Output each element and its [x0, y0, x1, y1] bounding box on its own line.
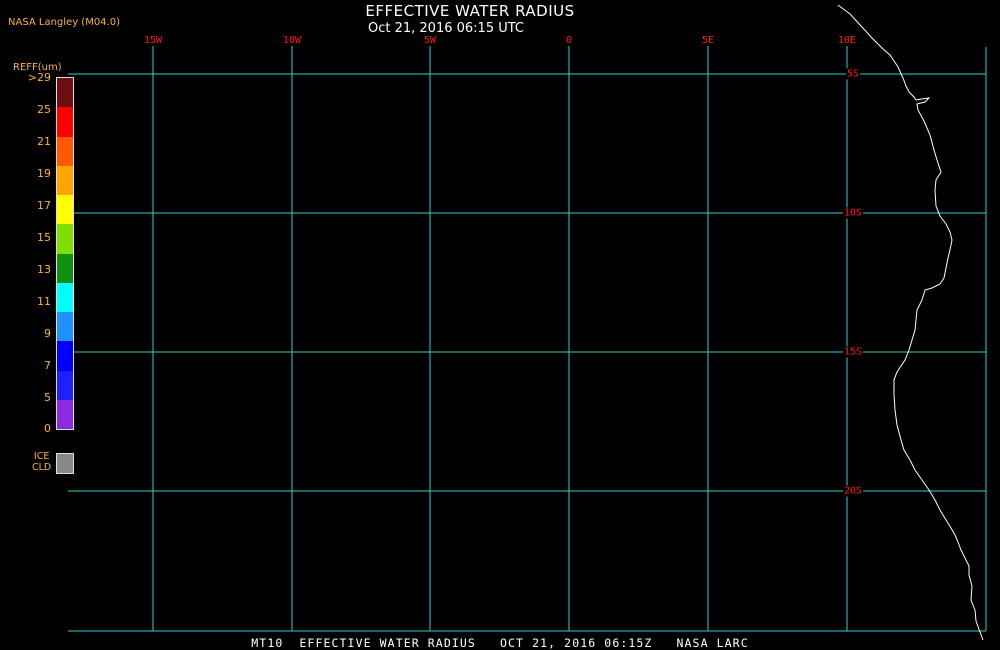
legend-tick: 21 [37, 135, 51, 148]
color-swatch [57, 107, 73, 137]
lon-label: 10E [836, 35, 858, 46]
legend-tick: 15 [37, 231, 51, 244]
color-swatch [57, 78, 73, 108]
legend-tick: 17 [37, 199, 51, 212]
color-scale-bar [56, 77, 74, 430]
color-swatch [57, 136, 73, 166]
legend-tick: 5 [44, 391, 51, 404]
legend-tick: 25 [37, 103, 51, 116]
color-swatch [57, 253, 73, 283]
color-swatch [57, 224, 73, 254]
lat-label: 10S [842, 207, 864, 219]
legend-tick: 0 [44, 422, 51, 435]
color-swatch [57, 312, 73, 342]
legend-tick: 19 [37, 167, 51, 180]
color-swatch [57, 370, 73, 400]
lon-label: 5E [700, 35, 716, 46]
color-swatch [57, 399, 73, 429]
ice-cloud-label: ICE CLD [32, 451, 52, 473]
footer-caption: MT10 EFFECTIVE WATER RADIUS OCT 21, 2016… [251, 636, 749, 650]
color-swatch [57, 195, 73, 225]
lat-label: 15S [842, 346, 864, 358]
lon-label: 5W [422, 35, 438, 46]
coastline [837, 4, 984, 641]
legend-tick: 9 [44, 327, 51, 340]
map-canvas [68, 4, 987, 641]
ice-cloud-swatch [56, 453, 74, 474]
legend-tick: 13 [37, 263, 51, 276]
lat-label: 5S [845, 68, 861, 80]
lat-lon-grid [68, 43, 987, 632]
lon-label: 0 [564, 35, 574, 46]
lon-label: 10W [281, 35, 303, 46]
color-swatch [57, 341, 73, 371]
legend-tick: 7 [44, 359, 51, 372]
legend-tick: >29 [27, 71, 51, 84]
legend-tick: 11 [37, 295, 51, 308]
color-swatch [57, 165, 73, 195]
color-swatch [57, 282, 73, 312]
lon-label: 15W [142, 35, 164, 46]
lat-label: 20S [842, 485, 864, 497]
